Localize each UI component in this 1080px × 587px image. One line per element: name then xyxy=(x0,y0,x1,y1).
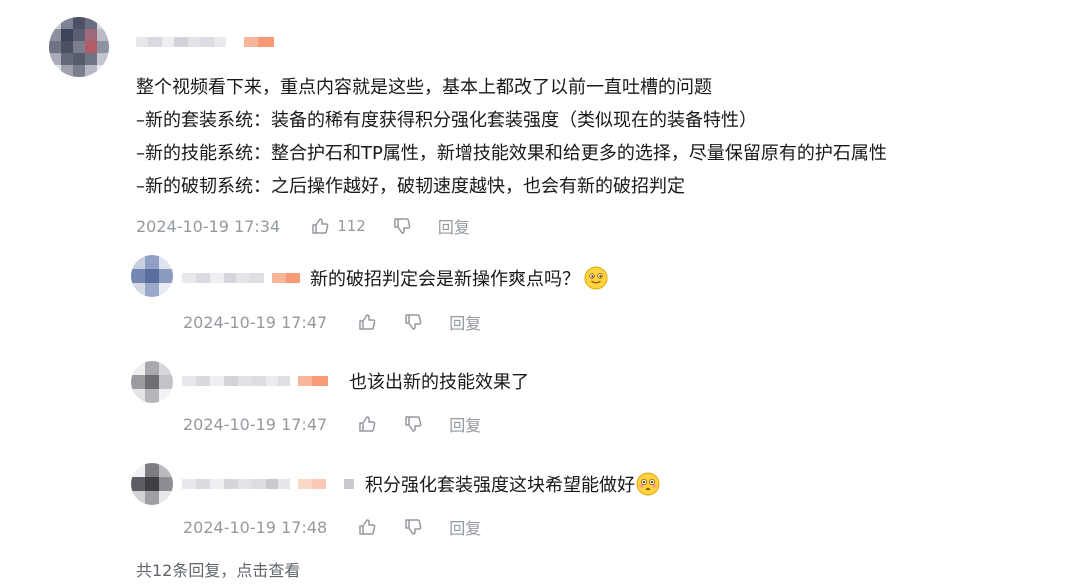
reply-time: 2024-10-19 17:48 xyxy=(183,517,328,537)
thumbs-up-icon xyxy=(359,519,376,535)
reply-1-text: 新的破招判定会是新操作爽点吗？ xyxy=(310,269,580,290)
reply-2-text: 也该出新的技能效果了 xyxy=(349,372,529,393)
thumbs-up-icon xyxy=(359,416,376,432)
like-button[interactable]: 112 xyxy=(310,216,366,236)
thumbs-up-icon xyxy=(359,314,376,330)
comment-line-1: 整个视频看下来，重点内容就是这些，基本上都改了以前一直吐槽的问题 xyxy=(136,77,712,98)
slight-smile-emoji xyxy=(584,266,608,290)
reply-text: 积分强化套装强度这块希望能做好 xyxy=(365,471,660,497)
view-more-replies[interactable]: 共12条回复，点击查看 xyxy=(136,557,300,581)
like-button[interactable] xyxy=(357,517,377,537)
thumbs-down-icon xyxy=(405,519,422,535)
dislike-button[interactable] xyxy=(392,216,412,236)
reply-avatar[interactable] xyxy=(131,255,173,297)
reply-button[interactable]: 回复 xyxy=(449,412,481,436)
thumbs-down-icon xyxy=(405,314,422,330)
reply-time: 2024-10-19 17:47 xyxy=(183,414,328,434)
reply-meta: 2024-10-19 17:47 回复 xyxy=(183,412,481,436)
reply-text: 新的破招判定会是新操作爽点吗？ xyxy=(310,265,608,291)
reply-button[interactable]: 回复 xyxy=(449,515,481,539)
dislike-button[interactable] xyxy=(403,414,423,434)
avatar[interactable] xyxy=(49,17,109,77)
like-button[interactable] xyxy=(357,414,377,434)
thumbs-down-icon xyxy=(394,218,411,234)
reply-3-text: 积分强化套装强度这块希望能做好 xyxy=(365,475,635,496)
comment-line-2: –新的套装系统：装备的稀有度获得积分强化套装强度（类似现在的装备特性） xyxy=(136,110,757,131)
comment-time: 2024-10-19 17:34 xyxy=(136,216,281,236)
like-count: 112 xyxy=(337,217,366,235)
reply-meta: 2024-10-19 17:48 回复 xyxy=(183,515,481,539)
reply-button[interactable]: 回复 xyxy=(449,310,481,334)
flushed-emoji xyxy=(636,472,660,496)
thumbs-down-icon xyxy=(405,416,422,432)
comment-meta: 2024-10-19 17:34 112 回复 xyxy=(136,214,470,238)
dislike-button[interactable] xyxy=(403,517,423,537)
username[interactable] xyxy=(136,34,274,50)
thumbs-up-icon xyxy=(312,218,329,234)
reply-avatar[interactable] xyxy=(131,361,173,403)
reply-username[interactable] xyxy=(182,270,300,286)
reply-username[interactable] xyxy=(182,476,354,492)
comment-line-3: –新的技能系统：整合护石和TP属性，新增技能效果和给更多的选择，尽量保留原有的护… xyxy=(136,143,887,164)
reply-username[interactable] xyxy=(182,373,328,389)
comment-line-4: –新的破韧系统：之后操作越好，破韧速度越快，也会有新的破招判定 xyxy=(136,176,685,197)
reply-time: 2024-10-19 17:47 xyxy=(183,312,328,332)
dislike-button[interactable] xyxy=(403,312,423,332)
reply-button[interactable]: 回复 xyxy=(438,214,470,238)
reply-meta: 2024-10-19 17:47 回复 xyxy=(183,310,481,334)
like-button[interactable] xyxy=(357,312,377,332)
reply-avatar[interactable] xyxy=(131,463,173,505)
